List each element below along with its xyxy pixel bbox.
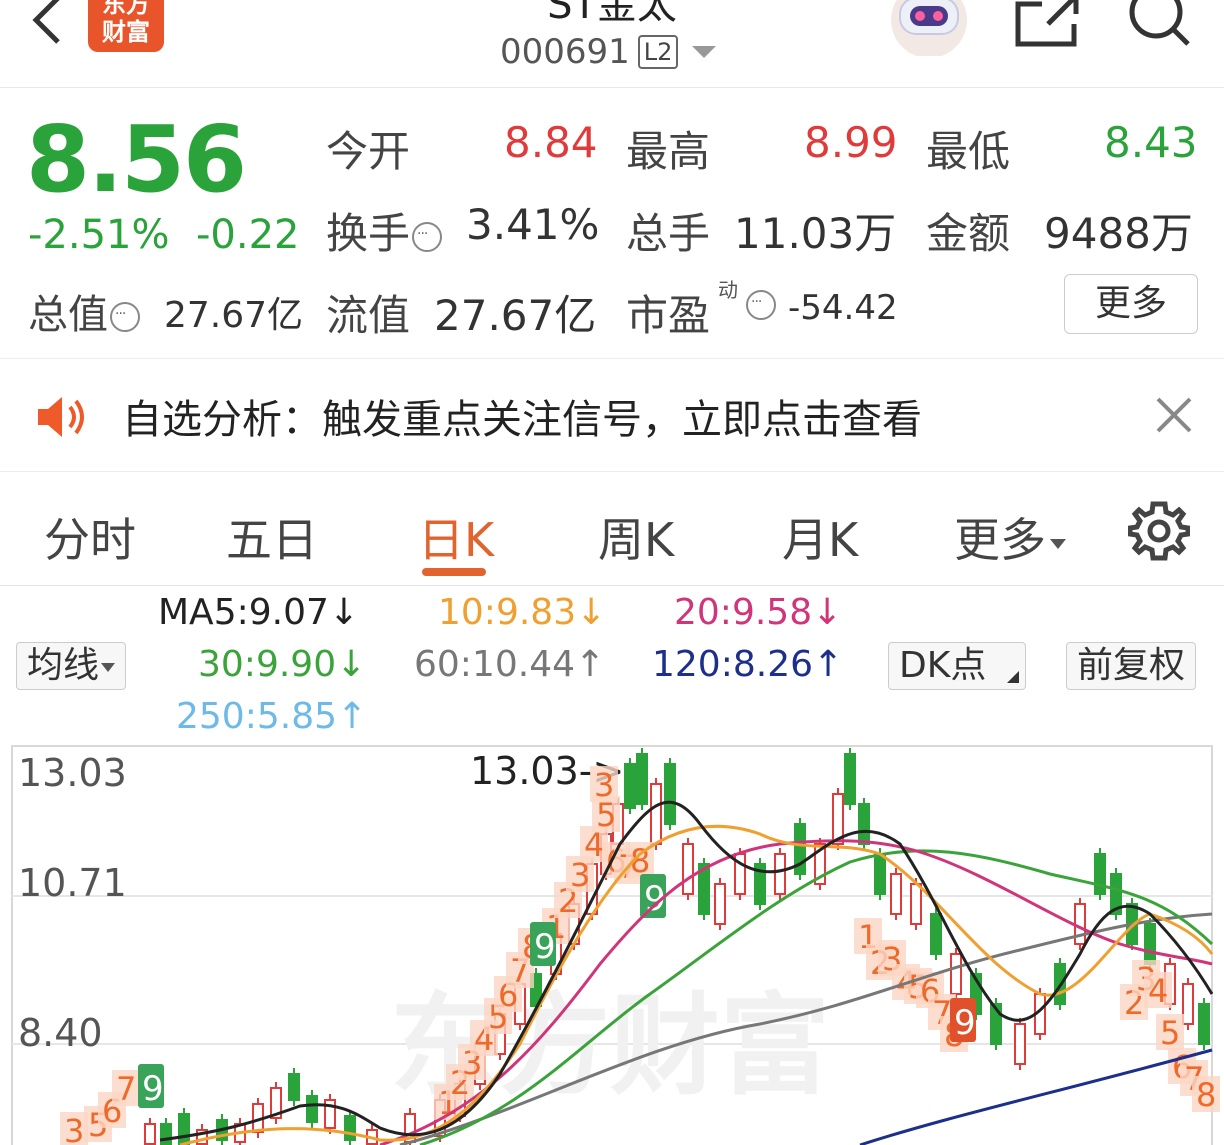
open-value: 8.84 [504, 118, 598, 167]
info-icon [110, 302, 140, 332]
level2-badge: L2 [637, 35, 679, 69]
change-percent: -2.51% [28, 212, 170, 258]
pe-value: -54.42 [788, 288, 898, 328]
tab-weekly-k[interactable]: 周K [598, 504, 674, 570]
nine-signal-number: 9 [142, 1069, 164, 1109]
signal-marker-number: 3 [594, 766, 614, 804]
turnover-value: 3.41% [466, 200, 600, 249]
notice-text: 自选分析：触发重点关注信号，立即点击查看 [122, 397, 922, 443]
candle-body [1144, 923, 1156, 965]
candle-body [1074, 903, 1086, 945]
corner-marker [1007, 671, 1019, 683]
info-icon [412, 221, 443, 252]
candle-body [664, 763, 676, 825]
chevron-down-icon [1050, 538, 1066, 549]
tab-monthly-k[interactable]: 月K [782, 504, 858, 570]
pe-label[interactable]: 市盈 [626, 282, 710, 343]
candle-body [288, 1073, 300, 1101]
float-cap-value: 27.67亿 [434, 291, 597, 340]
tab-daily-k[interactable]: 日K [418, 504, 494, 570]
ma10-value: 10:9.83↓ [438, 592, 607, 633]
candle-body [950, 953, 962, 995]
gear-icon[interactable] [1128, 500, 1190, 562]
candle-body [1198, 1003, 1210, 1045]
signal-marker-number: 8 [1196, 1076, 1216, 1114]
speaker-icon [38, 397, 84, 437]
stock-header: 东方 财富 ST金太 000691 L2 [0, 0, 1224, 88]
high-value: 8.99 [804, 118, 898, 167]
low-value: 8.43 [1104, 118, 1198, 167]
tab-intraday[interactable]: 分时 [44, 504, 136, 570]
share-icon[interactable] [1012, 0, 1082, 50]
candle-body [144, 1123, 156, 1145]
robot-assistant-icon[interactable] [888, 0, 970, 56]
y-tick-mid: 10.71 [18, 861, 127, 905]
low-label: 最低 [926, 127, 1011, 176]
candle-body [650, 783, 662, 845]
candle-body [1014, 1023, 1026, 1065]
last-price: 8.56 [26, 106, 247, 213]
chevron-down-icon [101, 662, 116, 672]
candle-body [178, 1113, 190, 1145]
tab-more[interactable]: 更多 [954, 504, 1066, 570]
candle-body [858, 803, 870, 845]
market-cap-value: 27.67亿 [164, 295, 304, 336]
k-line-chart[interactable]: 东方财富 13.03 10.71 8.40 13.03-> 3567123456… [0, 744, 1224, 1145]
y-tick-low: 8.40 [18, 1011, 103, 1055]
chevron-down-icon [692, 46, 717, 58]
candle-body [910, 883, 922, 925]
signal-marker-number: 4 [1148, 972, 1168, 1010]
dk-point-button[interactable]: DK点 [888, 642, 1026, 690]
signal-marker-number: 7 [116, 1070, 136, 1108]
float-cap-label: 流值 [326, 291, 411, 340]
more-quote-button[interactable]: 更多 [1064, 274, 1198, 334]
signal-marker-number: 3 [64, 1112, 84, 1145]
open-label: 今开 [326, 127, 411, 176]
analysis-notice[interactable]: 自选分析：触发重点关注信号，立即点击查看 [0, 358, 1224, 472]
volume-label: 总手 [626, 209, 711, 258]
candle-body [344, 1115, 356, 1141]
nine-signal-number: 9 [534, 927, 556, 967]
ma20-value: 20:9.58↓ [674, 592, 843, 633]
amount-value: 9488万 [1044, 209, 1193, 258]
adjust-button[interactable]: 前复权 [1066, 642, 1197, 690]
candle-body [682, 843, 694, 895]
info-icon[interactable] [746, 290, 776, 320]
ma60-value: 60:10.44↑ [414, 644, 606, 685]
candle-body [636, 753, 648, 805]
ma250-value: 250:5.85↑ [176, 696, 368, 737]
candle-body [930, 913, 942, 955]
candle-body [874, 853, 886, 895]
change-amount: -0.22 [196, 212, 300, 258]
ma30-value: 30:9.90↓ [198, 644, 367, 685]
y-tick-top: 13.03 [18, 751, 127, 795]
candle-body [890, 873, 902, 915]
candle-body [1182, 983, 1194, 1025]
ma120-value: 120:8.26↑ [652, 644, 844, 685]
market-cap-label[interactable]: 总值 [28, 282, 140, 340]
high-label: 最高 [626, 127, 711, 176]
candle-body [714, 883, 726, 925]
volume-value: 11.03万 [734, 209, 897, 258]
signal-marker-number: 5 [1160, 1014, 1180, 1052]
candle-body [1094, 853, 1106, 895]
ma5-value: MA5:9.07↓ [158, 592, 360, 633]
turnover-label[interactable]: 换手 [326, 200, 443, 261]
amount-label: 金额 [926, 209, 1011, 258]
tab-five-day[interactable]: 五日 [226, 504, 318, 570]
search-icon[interactable] [1124, 0, 1194, 50]
candle-body [844, 753, 856, 805]
pe-dynamic-mark: 动 [718, 278, 738, 302]
ma-selector[interactable]: 均线 [16, 642, 127, 690]
close-icon[interactable] [1152, 393, 1196, 437]
stock-code: 000691 [500, 32, 630, 72]
candle-body [306, 1095, 318, 1123]
candle-body [774, 853, 786, 895]
candle-body [624, 763, 636, 809]
nine-signal-number: 9 [954, 1003, 976, 1043]
active-tab-indicator [422, 568, 486, 576]
ma120-line [859, 1048, 1213, 1145]
period-tabs: 分时 五日 日K 周K 月K 更多 [0, 472, 1224, 586]
stock-code-row[interactable]: 000691 L2 [500, 32, 717, 72]
